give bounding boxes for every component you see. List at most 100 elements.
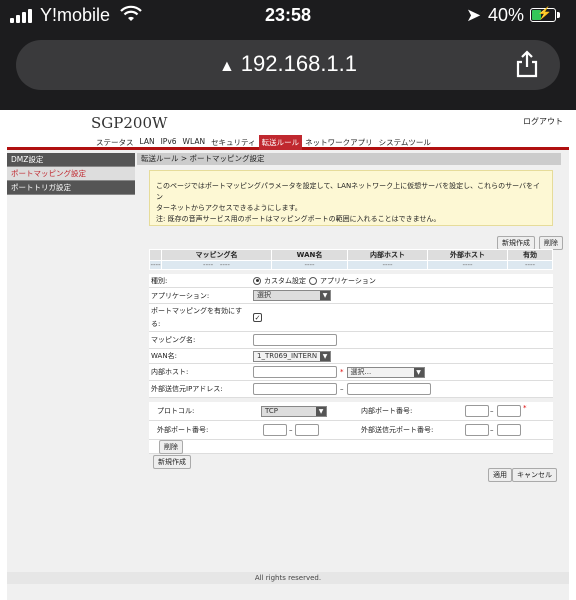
delete-rule-button[interactable]: 削除	[159, 439, 183, 454]
form-row-application: アプリケーション: 選択 ▼	[149, 288, 553, 304]
main-nav: ステータス LAN IPv6 WLAN セキュリティ 転送ルール ネットワークア…	[93, 135, 434, 150]
mapping-name-label: マッピング名:	[151, 336, 196, 344]
sidebar: DMZ設定 ポートマッピング設定 ポートトリガ設定	[7, 153, 135, 195]
range-dash: –	[490, 407, 494, 415]
enable-checkbox[interactable]: ✓	[253, 313, 262, 322]
cancel-button[interactable]: キャンセル	[512, 468, 557, 482]
table-cell: ---- ----	[161, 260, 272, 270]
nav-status[interactable]: ステータス	[93, 135, 137, 150]
required-mark: *	[340, 368, 344, 376]
sidebar-item-dmz[interactable]: DMZ設定	[7, 153, 135, 167]
application-label: アプリケーション:	[151, 291, 210, 300]
sidebar-item-port-mapping[interactable]: ポートマッピング設定	[7, 167, 135, 181]
nav-wlan[interactable]: WLAN	[180, 135, 209, 150]
table-cell: ----	[271, 260, 348, 270]
chevron-down-icon: ▼	[320, 291, 330, 300]
notice-note: 注: 既存の音声サービス用のポートはマッピングポートの範囲に入れることはできませ…	[156, 215, 441, 223]
table-cell: ----	[427, 260, 508, 270]
external-ip-to-input[interactable]	[346, 383, 431, 395]
radio-custom-label: カスタム設定	[264, 276, 306, 285]
mapping-form: 種別: カスタム設定 アプリケーション アプリケーション: 選択 ▼ ポートマッピ…	[149, 274, 553, 398]
enable-label: ポートマッピングを有効にす る:	[151, 306, 243, 328]
table-cell: ----	[507, 260, 553, 270]
nav-ipv6[interactable]: IPv6	[158, 135, 180, 150]
external-port-label: 外部ポート番号:	[157, 426, 209, 434]
table-header-select	[149, 249, 162, 261]
logout-link[interactable]: ログアウト	[523, 116, 563, 127]
form-row-external-ip: 外部送信元IPアドレス: –	[149, 381, 553, 398]
external-ip-from-input[interactable]	[253, 383, 337, 395]
type-label: 種別:	[151, 276, 168, 285]
battery-icon: ⚡	[530, 6, 560, 22]
delete-row: 削除	[149, 439, 553, 454]
form-row-enable: ポートマッピングを有効にす る: ✓	[149, 304, 553, 332]
info-notice: このページではポートマッピングパラメータを設定して、LANネットワーク上に仮想サ…	[149, 170, 553, 226]
source-port-label: 外部送信元ポート番号:	[361, 426, 434, 434]
external-port-from-input[interactable]	[263, 424, 287, 436]
nav-forwarding-rules[interactable]: 転送ルール	[258, 135, 303, 150]
sidebar-item-port-trigger[interactable]: ポートトリガ設定	[7, 181, 135, 195]
notice-line: このページではポートマッピングパラメータを設定して、LANネットワーク上に仮想サ…	[156, 182, 541, 201]
chevron-down-icon: ▼	[413, 367, 424, 377]
wan-select[interactable]: 1_TR069_INTERN ▼	[253, 350, 331, 362]
footer: All rights reserved.	[7, 572, 569, 584]
nav-lan[interactable]: LAN	[137, 135, 158, 150]
internal-host-label: 内部ホスト:	[151, 368, 189, 376]
required-mark: *	[523, 404, 527, 412]
protocol-row: プロトコル: TCP ▼ 内部ポート番号: – *	[149, 402, 553, 421]
source-port-to-input[interactable]	[497, 424, 521, 436]
table-cell: ----	[347, 260, 428, 270]
range-dash: –	[490, 426, 494, 434]
router-page: SGP200W ログアウト ステータス LAN IPv6 WLAN セキュリティ…	[7, 110, 569, 600]
source-port-from-input[interactable]	[465, 424, 489, 436]
nav-network-apps[interactable]: ネットワークアプリ	[302, 135, 376, 150]
table-header-external-host: 外部ホスト	[427, 249, 508, 261]
form-row-internal-host: 内部ホスト: * 選択... ▼	[149, 364, 553, 381]
internal-port-to-input[interactable]	[497, 405, 521, 417]
external-ip-label: 外部送信元IPアドレス:	[151, 385, 223, 393]
apply-button[interactable]: 適用	[488, 468, 512, 482]
new-rule-button[interactable]: 新規作成	[153, 455, 191, 469]
protocol-select[interactable]: TCP ▼	[261, 405, 327, 417]
protocol-section: プロトコル: TCP ▼ 内部ポート番号: – * 外部ポート番号: – 外部送信…	[149, 402, 553, 454]
table-header-wan-name: WAN名	[271, 249, 348, 261]
form-row-mapping-name: マッピング名:	[149, 332, 553, 349]
warning-icon: ▲	[218, 58, 235, 75]
internal-host-input[interactable]	[253, 366, 337, 378]
nav-security[interactable]: セキュリティ	[208, 135, 259, 150]
share-icon[interactable]	[513, 49, 541, 79]
radio-application-label: アプリケーション	[320, 276, 376, 285]
delete-button[interactable]: 削除	[539, 236, 563, 250]
radio-custom[interactable]	[253, 276, 261, 285]
battery-percent: 40%	[488, 5, 525, 25]
radio-application[interactable]	[309, 276, 317, 285]
status-bar: Y!mobile 23:58 ➤ 40% ⚡	[0, 0, 576, 34]
external-port-to-input[interactable]	[295, 424, 319, 436]
mapping-name-input[interactable]	[253, 334, 337, 346]
wan-label: WAN名:	[151, 352, 177, 360]
url-text: 192.168.1.1	[240, 51, 358, 76]
table-cell: ----	[149, 260, 162, 270]
application-select[interactable]: 選択 ▼	[253, 290, 331, 301]
nav-system-tools[interactable]: システムツール	[376, 135, 434, 150]
chevron-down-icon: ▼	[316, 406, 326, 416]
notice-line: ターネットからアクセスできるようにします。	[156, 204, 302, 212]
form-row-type: 種別: カスタム設定 アプリケーション	[149, 274, 553, 288]
breadcrumb: 転送ルール > ポートマッピング設定	[137, 153, 561, 165]
address-bar[interactable]: ▲ 192.168.1.1	[16, 40, 560, 90]
internal-port-label: 内部ポート番号:	[361, 407, 413, 415]
internal-port-from-input[interactable]	[465, 405, 489, 417]
table-header-enabled: 有効	[507, 249, 553, 261]
internal-host-select[interactable]: 選択... ▼	[346, 366, 425, 378]
form-row-wan: WAN名: 1_TR069_INTERN ▼	[149, 349, 553, 364]
range-dash: –	[340, 385, 344, 393]
range-dash: –	[289, 426, 293, 434]
new-button[interactable]: 新規作成	[497, 236, 535, 250]
table-row[interactable]: ---- ---- ---- ---- ---- ---- ----	[149, 260, 553, 270]
location-arrow-icon: ➤	[466, 5, 482, 25]
chevron-down-icon: ▼	[320, 351, 330, 361]
header: SGP200W ログアウト ステータス LAN IPv6 WLAN セキュリティ…	[7, 110, 569, 150]
ios-chrome: Y!mobile 23:58 ➤ 40% ⚡ ▲ 192.168.1.1	[0, 0, 576, 110]
mapping-table: マッピング名 WAN名 内部ホスト 外部ホスト 有効 ---- ---- ---…	[149, 249, 553, 270]
table-header-internal-host: 内部ホスト	[347, 249, 428, 261]
